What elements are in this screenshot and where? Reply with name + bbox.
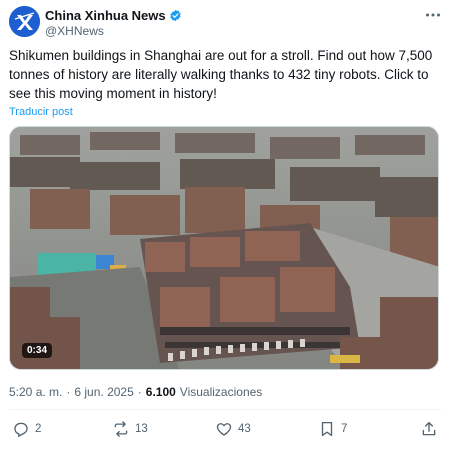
video-player[interactable]: 0:34 bbox=[9, 126, 439, 370]
bookmark-count: 7 bbox=[341, 423, 348, 435]
like-count: 43 bbox=[238, 423, 251, 435]
share-icon bbox=[422, 421, 436, 436]
like-button[interactable]: 43 bbox=[215, 420, 251, 438]
reply-icon bbox=[14, 422, 28, 437]
meta-separator: · bbox=[66, 385, 71, 399]
views-label: Visualizaciones bbox=[179, 385, 263, 399]
repost-count: 13 bbox=[135, 423, 148, 435]
post-time[interactable]: 5:20 a. m. bbox=[9, 385, 62, 399]
reply-count: 2 bbox=[35, 423, 42, 435]
repost-button[interactable]: 13 bbox=[112, 420, 148, 438]
heart-icon bbox=[216, 423, 232, 436]
xinhua-logo-icon bbox=[9, 6, 40, 37]
translate-post-link[interactable]: Traducir post bbox=[9, 106, 73, 118]
post-text: Shikumen buildings in Shanghai are out f… bbox=[9, 48, 433, 101]
repost-icon bbox=[114, 421, 128, 437]
divider bbox=[9, 409, 441, 410]
handle[interactable]: @XHNews bbox=[45, 24, 104, 38]
tweet-card: China Xinhua News @XHNews Shikumen build… bbox=[0, 0, 450, 449]
share-button[interactable] bbox=[420, 420, 438, 438]
bookmark-icon bbox=[321, 421, 333, 437]
display-name[interactable]: China Xinhua News bbox=[45, 8, 166, 23]
bookmark-button[interactable]: 7 bbox=[318, 420, 347, 438]
action-bar: 2 13 43 7 bbox=[0, 420, 450, 442]
video-thumbnail bbox=[10, 127, 438, 369]
video-duration-badge: 0:34 bbox=[22, 343, 53, 358]
meta-separator: · bbox=[137, 385, 142, 399]
reply-button[interactable]: 2 bbox=[12, 420, 41, 438]
more-options-icon[interactable] bbox=[424, 8, 442, 22]
verified-badge-icon[interactable] bbox=[169, 9, 182, 22]
views-count[interactable]: 6.100 bbox=[146, 385, 176, 399]
author-name-row: China Xinhua News bbox=[45, 7, 182, 23]
avatar[interactable] bbox=[9, 6, 40, 37]
post-date[interactable]: 6 jun. 2025 bbox=[74, 385, 133, 399]
post-meta: 5:20 a. m. · 6 jun. 2025 · 6.100 Visuali… bbox=[9, 385, 262, 399]
